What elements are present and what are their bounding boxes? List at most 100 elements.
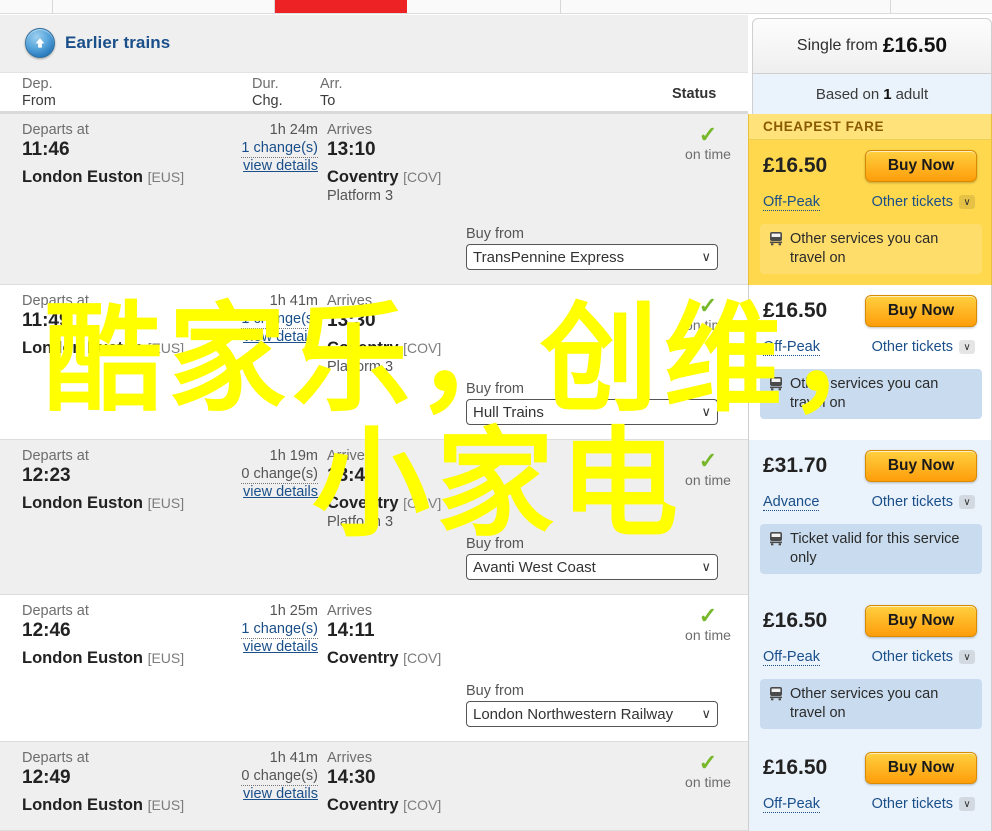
buy-from-label: Buy from (466, 381, 525, 397)
departure-station: London Euston [EUS] (22, 168, 185, 186)
buy-now-button[interactable]: Buy Now (865, 150, 977, 182)
buy-now-button[interactable]: Buy Now (865, 450, 977, 482)
other-tickets-toggle[interactable]: Other tickets ∨ (872, 649, 975, 665)
other-tickets-label: Other tickets (871, 194, 953, 210)
arrival-platform: Platform 3 (327, 188, 394, 204)
other-tickets-toggle[interactable]: Other tickets ∨ (872, 494, 975, 510)
departure-station-code: [EUS] (147, 340, 185, 356)
departure-station: London Euston [EUS] (22, 796, 185, 814)
status-text: on time (685, 627, 731, 643)
operator-select[interactable]: Hull Trains ∨ (466, 399, 718, 425)
fare-price: £16.50 (763, 609, 828, 632)
buy-from-label: Buy from (466, 226, 525, 242)
departs-at-label: Departs at (22, 750, 89, 766)
other-tickets-label: Other tickets (871, 494, 953, 510)
duration-value: 1h 41m (269, 293, 318, 309)
arrival-station-code: [COV] (403, 340, 442, 356)
fare-panel: £16.50 Buy Now Off-Peak Other tickets ∨ (748, 742, 992, 831)
operator-select[interactable]: TransPennine Express ∨ (466, 244, 718, 270)
train-row-details: Departs at 11:46 London Euston [EUS] 1h 24m… (0, 114, 748, 285)
operator-select[interactable]: London Northwestern Railway ∨ (466, 701, 718, 727)
column-header-duration: Dur. Chg. (252, 76, 283, 110)
view-details-link[interactable]: view details (228, 158, 318, 175)
arrival-station-code: [COV] (403, 650, 442, 666)
arrival-station-code: [COV] (403, 495, 442, 511)
train-row[interactable]: Departs at 12:23 London Euston [EUS] 1h 19m… (0, 440, 992, 595)
on-time-check-icon: ✓ (698, 750, 718, 775)
buy-now-button[interactable]: Buy Now (865, 605, 977, 637)
chevron-down-icon: ∨ (959, 195, 975, 209)
other-tickets-toggle[interactable]: Other tickets ∨ (872, 796, 975, 812)
changes-value[interactable]: 1 change(s) (241, 140, 318, 158)
departs-at-label: Departs at (22, 122, 89, 138)
ticket-type-link[interactable]: Off-Peak (763, 194, 820, 211)
service-note-text: Other services you can travel on (790, 231, 939, 266)
view-details-link[interactable]: view details (228, 639, 318, 656)
other-tickets-toggle[interactable]: Other tickets ∨ (872, 339, 975, 355)
operator-select[interactable]: Avanti West Coast ∨ (466, 554, 718, 580)
earlier-trains-button[interactable]: Earlier trains (25, 28, 170, 58)
duration-value: 1h 19m (269, 448, 318, 464)
arrives-label: Arrives (327, 750, 373, 766)
operator-select-value: London Northwestern Railway (473, 705, 674, 723)
departure-station-code: [EUS] (147, 169, 185, 185)
changes-value[interactable]: 1 change(s) (241, 621, 318, 639)
results-column-headers: Dep. From Dur. Chg. Arr. To Status (0, 74, 748, 114)
column-header-status: Status (672, 86, 717, 102)
departure-cell: Departs at 11:49 London Euston [EUS] (22, 293, 184, 358)
ticket-type-link[interactable]: Off-Peak (763, 339, 820, 356)
fare-price: £16.50 (763, 299, 828, 322)
changes-value[interactable]: 0 change(s) (241, 768, 318, 786)
departure-station: London Euston [EUS] (22, 494, 185, 512)
buy-now-button[interactable]: Buy Now (865, 752, 977, 784)
train-row[interactable]: Departs at 11:49 London Euston [EUS] 1h 41m… (0, 285, 992, 440)
ticket-type-link[interactable]: Off-Peak (763, 649, 820, 666)
changes-value[interactable]: 1 change(s) (241, 311, 318, 329)
chevron-down-icon: ∨ (701, 706, 711, 721)
column-header-arrival: Arr. To (320, 76, 343, 110)
departure-time: 12:23 (22, 465, 71, 486)
service-note: Ticket valid for this service only (760, 524, 982, 574)
based-on-suffix: adult (895, 85, 929, 103)
train-icon (768, 686, 784, 701)
departure-station: London Euston [EUS] (22, 649, 185, 667)
arrival-platform: Platform 3 (327, 359, 394, 375)
chevron-down-icon: ∨ (701, 249, 711, 264)
arrives-label: Arrives (327, 293, 373, 309)
view-details-link[interactable]: view details (228, 329, 318, 346)
arrival-cell: Arrives 13:10 Coventry [COV] Platform 3 (327, 122, 441, 205)
on-time-check-icon: ✓ (698, 122, 718, 147)
duration-cell: 1h 41m 0 change(s) view details (228, 750, 318, 803)
train-icon (768, 231, 784, 246)
buy-from-group: Buy from London Northwestern Railway ∨ (466, 683, 720, 727)
chevron-down-icon: ∨ (701, 559, 711, 574)
buy-now-button[interactable]: Buy Now (865, 295, 977, 327)
other-tickets-toggle[interactable]: Other tickets ∨ (872, 194, 975, 210)
tab-divider (890, 0, 891, 14)
duration-cell: 1h 41m 1 change(s) view details (228, 293, 318, 346)
earlier-trains-label: Earlier trains (65, 33, 171, 52)
changes-value[interactable]: 0 change(s) (241, 466, 318, 484)
other-tickets-label: Other tickets (871, 796, 953, 812)
active-tab-indicator[interactable] (275, 0, 407, 13)
arrives-label: Arrives (327, 122, 373, 138)
single-fare-summary: Single from £16.50 (752, 18, 992, 74)
arrival-time: 13:42 (327, 465, 376, 486)
departure-time: 11:46 (22, 139, 70, 160)
service-note: Other services you can travel on (760, 679, 982, 729)
ticket-type-link[interactable]: Advance (763, 494, 820, 511)
column-header-chg: Chg. (252, 93, 283, 109)
train-row[interactable]: Departs at 11:46 London Euston [EUS] 1h 24m… (0, 114, 992, 285)
fare-price: £16.50 (763, 756, 828, 779)
tab-divider (52, 0, 53, 14)
train-row[interactable]: Departs at 12:46 London Euston [EUS] 1h 25m… (0, 595, 992, 742)
departure-station-code: [EUS] (147, 495, 185, 511)
train-row[interactable]: Departs at 12:49 London Euston [EUS] 1h 41m… (0, 742, 992, 831)
departure-cell: Departs at 12:49 London Euston [EUS] (22, 750, 184, 815)
train-icon (768, 531, 784, 546)
ticket-type-link[interactable]: Off-Peak (763, 796, 820, 813)
column-header-to: To (320, 93, 336, 109)
service-note-text: Other services you can travel on (790, 686, 939, 721)
view-details-link[interactable]: view details (228, 786, 318, 803)
view-details-link[interactable]: view details (228, 484, 318, 501)
